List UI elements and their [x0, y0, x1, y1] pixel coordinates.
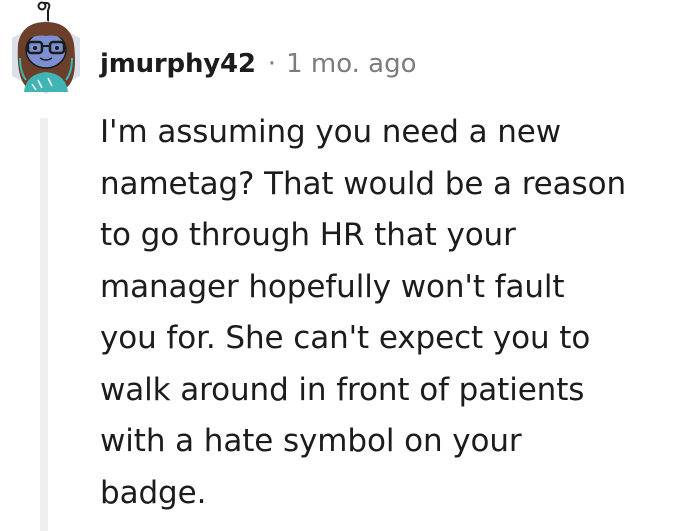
comment-body-line: walk around in front of patients: [100, 371, 585, 408]
comment: jmurphy42 · 1 mo. ago I'm assuming you n…: [0, 0, 687, 531]
comment-header: jmurphy42 · 1 mo. ago: [100, 42, 417, 86]
meta-separator: ·: [267, 49, 277, 79]
comment-body-line: you for. She can't expect you to: [100, 320, 591, 356]
username-link[interactable]: jmurphy42: [100, 49, 256, 79]
comment-body: I'm assuming you need a new nametag? Tha…: [100, 107, 680, 519]
user-avatar[interactable]: [8, 0, 88, 100]
comment-body-line: nametag? That would be a reason: [100, 165, 627, 202]
comment-body-line: with a hate symbol on your: [100, 423, 522, 459]
thread-collapse-line[interactable]: [40, 118, 48, 531]
comment-body-line: to go through HR that your: [100, 217, 516, 253]
comment-body-line: I'm assuming you need a new: [100, 114, 562, 150]
comment-body-line: manager hopefully won't fault: [100, 268, 565, 305]
comment-body-line: badge.: [100, 474, 207, 511]
comment-timestamp[interactable]: 1 mo. ago: [286, 49, 416, 79]
snoo-avatar-icon: [12, 1, 80, 94]
